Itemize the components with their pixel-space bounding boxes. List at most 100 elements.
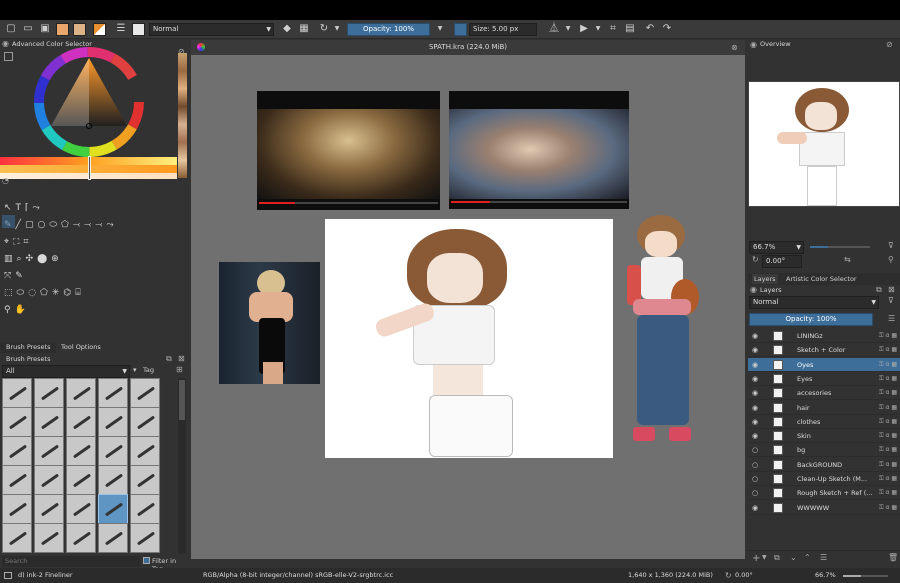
brush-preset-item[interactable]	[98, 523, 128, 553]
layer-row[interactable]: ○ Clean-Up Sketch (M... ⚿ α ▦	[748, 472, 900, 486]
tag-label[interactable]: Tag	[143, 366, 154, 374]
brush-preset-item[interactable]	[2, 436, 32, 466]
brush-preset-item[interactable]	[98, 378, 128, 408]
layer-lock-icon[interactable]: ⚿ α ▦	[879, 486, 897, 500]
new-document-icon[interactable]: ▢	[5, 23, 17, 35]
size-slider[interactable]: Size: 5.00 px	[469, 23, 537, 36]
brush-preset-item[interactable]	[34, 494, 64, 524]
filter-icon[interactable]: ⊽	[888, 241, 894, 250]
visibility-icon[interactable]: ◉	[752, 386, 758, 400]
background-color-swatch[interactable]	[73, 23, 86, 36]
crop-icon[interactable]: ⌗	[607, 23, 619, 35]
visibility-icon[interactable]: ○	[752, 486, 758, 500]
brush-preset-item[interactable]	[130, 436, 160, 466]
overview-zoom-select[interactable]: 66.7% ▼	[749, 241, 804, 254]
canvas-area[interactable]	[191, 55, 745, 559]
visibility-icon[interactable]: ○	[752, 472, 758, 486]
visibility-icon[interactable]: ◉	[752, 329, 758, 343]
layer-lock-icon[interactable]: ⚿ α ▦	[879, 401, 897, 415]
redo-icon[interactable]: ↷	[661, 23, 673, 35]
layer-lock-icon[interactable]: ⚿ α ▦	[879, 458, 897, 472]
zoom-slider[interactable]	[843, 575, 888, 577]
layer-lock-icon[interactable]: ⚿ α ▦	[879, 372, 897, 386]
brush-preset-item[interactable]	[130, 407, 160, 437]
layer-row[interactable]: ◉ Oyes ⚿ α ▦	[748, 357, 900, 372]
wrap-around-icon[interactable]: ▤	[624, 23, 636, 35]
eraser-icon[interactable]: ◆	[281, 23, 293, 35]
fill-pattern-icon[interactable]: ☰	[115, 23, 127, 35]
brush-preset-item[interactable]	[66, 494, 96, 524]
visibility-icon[interactable]: ○	[752, 443, 758, 457]
scrollbar[interactable]	[178, 378, 186, 554]
close-icon[interactable]: ⊘	[886, 40, 893, 49]
layer-lock-icon[interactable]: ⚿ α ▦	[879, 386, 897, 400]
close-icon[interactable]: ⊗	[731, 43, 738, 52]
layer-lock-icon[interactable]: ⚿ α ▦	[879, 329, 897, 343]
save-icon[interactable]: ▣	[39, 23, 51, 35]
chevron-down-icon[interactable]: ▼	[592, 23, 604, 35]
visibility-icon[interactable]: ◉	[752, 372, 758, 386]
visibility-icon[interactable]: ◉	[752, 501, 758, 515]
add-layer-icon[interactable]: +	[752, 553, 760, 564]
duplicate-layer-icon[interactable]: ⧉	[774, 553, 780, 563]
layer-lock-icon[interactable]: ⚿ α ▦	[879, 501, 897, 515]
brush-preset-item[interactable]	[2, 465, 32, 495]
chevron-down-icon[interactable]: ▼	[434, 23, 446, 35]
visibility-icon[interactable]: ◉	[752, 343, 758, 357]
float-icon[interactable]: ⧉	[876, 285, 882, 295]
layer-lock-icon[interactable]: ⚿ α ▦	[879, 429, 897, 443]
brush-preset-item[interactable]	[66, 407, 96, 437]
brush-preset-item[interactable]	[66, 523, 96, 553]
tab-brush-presets[interactable]: Brush Presets	[0, 342, 56, 353]
chevron-down-icon[interactable]: ▼	[562, 23, 574, 35]
view-options-icon[interactable]: ⊞	[176, 365, 183, 374]
color-wheel[interactable]	[33, 46, 145, 158]
rotation-input[interactable]: 0.00°	[762, 255, 802, 268]
float-icon[interactable]: ⧉	[166, 354, 172, 364]
layer-blend-select[interactable]: Normal ▼	[749, 296, 879, 309]
visibility-icon[interactable]: ◉	[752, 358, 758, 372]
foreground-color-swatch[interactable]	[56, 23, 69, 36]
brush-preset-item[interactable]	[130, 465, 160, 495]
layer-row[interactable]: ◉ WWWWW ⚿ α ▦	[748, 501, 900, 515]
tag-icon[interactable]: ▾	[133, 366, 137, 374]
close-icon[interactable]: ⊠	[178, 354, 185, 363]
slider-handle[interactable]	[88, 156, 91, 180]
brush-preset-item[interactable]	[2, 523, 32, 553]
brush-preset-item[interactable]	[98, 407, 128, 437]
document-tab[interactable]: SPATH.kra (224.0 MiB)	[191, 40, 745, 55]
layer-row[interactable]: ◉ LININGz ⚿ α ▦	[748, 329, 900, 343]
layer-row[interactable]: ○ bg ⚿ α ▦	[748, 443, 900, 458]
filter-in-tag-checkbox[interactable]	[143, 557, 150, 564]
open-document-icon[interactable]: ▭	[22, 23, 34, 35]
layer-lock-icon[interactable]: ⚿ α ▦	[879, 443, 897, 457]
chevron-down-icon[interactable]: ▼	[762, 554, 767, 561]
brush-preset-item[interactable]	[2, 494, 32, 524]
brush-search-input[interactable]: Search	[2, 556, 140, 567]
brush-preset-item[interactable]	[66, 436, 96, 466]
move-up-icon[interactable]: ⌃	[804, 553, 811, 562]
brush-preset-item[interactable]	[66, 378, 96, 408]
brush-preset-item[interactable]	[34, 523, 64, 553]
close-icon[interactable]: ⊠	[888, 285, 895, 294]
layer-row[interactable]: ◉ Sketch + Color ⚿ α ▦	[748, 343, 900, 358]
settings-icon[interactable]	[4, 52, 13, 61]
brush-filter-select[interactable]: All ▼	[2, 365, 130, 378]
brush-preset-icon[interactable]	[132, 23, 145, 36]
reload-preset-icon[interactable]: ↻	[318, 23, 330, 35]
brush-preset-item[interactable]	[130, 494, 160, 524]
brush-preset-item[interactable]	[2, 407, 32, 437]
layer-properties-icon[interactable]: ☰	[820, 553, 827, 562]
visibility-icon[interactable]: ◉	[752, 415, 758, 429]
mirror-horizontal-icon[interactable]: ⏅	[548, 23, 560, 35]
preserve-alpha-icon[interactable]: ▦	[298, 23, 310, 35]
brush-preset-item[interactable]	[2, 378, 32, 408]
brush-preset-item[interactable]	[98, 494, 128, 524]
brush-preset-item[interactable]	[130, 523, 160, 553]
blend-mode-select[interactable]: Normal ▼	[149, 23, 274, 36]
layer-row[interactable]: ○ Rough Sketch + Ref (... ⚿ α ▦	[748, 486, 900, 501]
undo-icon[interactable]: ↶	[644, 23, 656, 35]
layer-lock-icon[interactable]: ⚿ α ▦	[879, 343, 897, 357]
layer-opacity-slider[interactable]: Opacity: 100%	[749, 313, 873, 326]
move-down-icon[interactable]: ⌄	[790, 553, 797, 562]
